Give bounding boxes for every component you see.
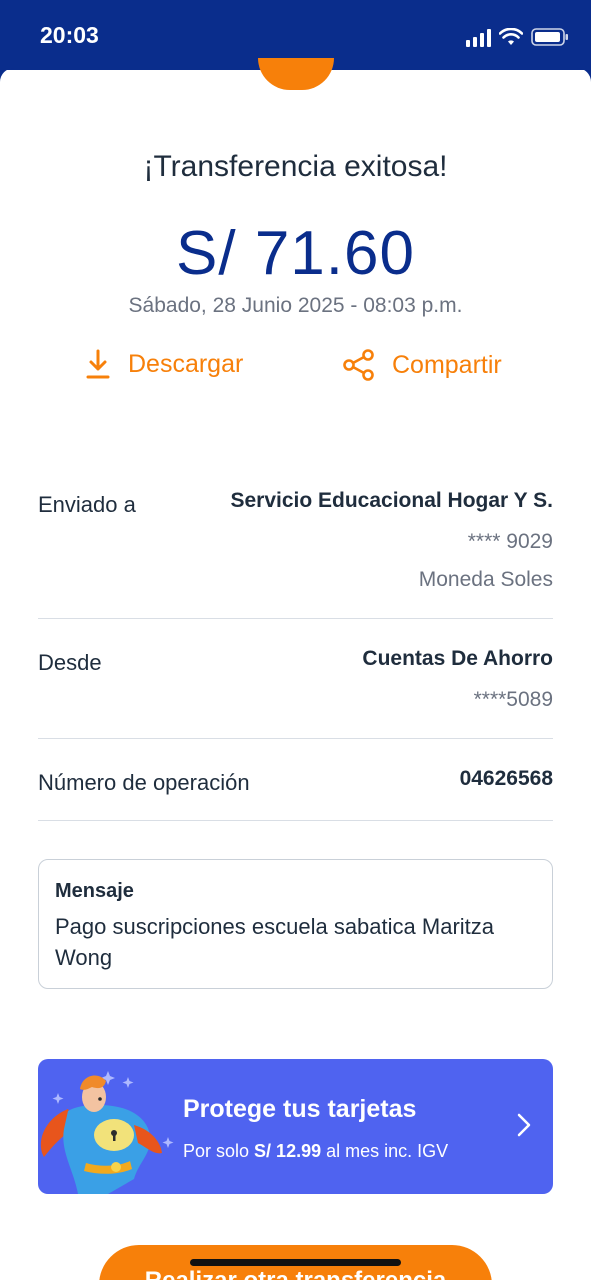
recipient-currency: Moneda Soles bbox=[418, 568, 553, 591]
promo-price: S/ 12.99 bbox=[254, 1141, 322, 1161]
operation-number: 04626568 bbox=[459, 767, 553, 790]
wifi-icon bbox=[499, 28, 523, 45]
promo-subtitle: Por solo S/ 12.99 al mes inc. IGV bbox=[183, 1141, 449, 1161]
message-text: Pago suscripciones escuela sabatica Mari… bbox=[55, 914, 495, 970]
download-label: Descargar bbox=[128, 349, 244, 378]
recipient-account: **** 9029 bbox=[467, 530, 553, 553]
superhero-illustration bbox=[40, 1071, 174, 1194]
share-label: Compartir bbox=[392, 350, 502, 379]
battery-icon bbox=[531, 28, 568, 46]
chevron-right-icon bbox=[517, 1113, 531, 1137]
transfer-datetime: Sábado, 28 Junio 2025 - 08:03 p.m. bbox=[128, 294, 463, 317]
divider bbox=[38, 618, 553, 619]
page-title: ¡Transferencia exitosa! bbox=[143, 150, 448, 183]
download-icon bbox=[86, 349, 110, 379]
operation-label: Número de operación bbox=[38, 770, 250, 795]
sheet-corner-right bbox=[577, 68, 591, 82]
home-indicator bbox=[190, 1259, 401, 1266]
sheet-corner-left bbox=[0, 68, 14, 82]
promo-title: Protege tus tarjetas bbox=[183, 1095, 417, 1123]
source-account-type: Cuentas De Ahorro bbox=[362, 647, 553, 670]
source-account-number: ****5089 bbox=[473, 688, 553, 711]
download-button[interactable]: Descargar bbox=[84, 348, 243, 380]
status-time: 20:03 bbox=[40, 22, 99, 48]
message-title: Mensaje bbox=[55, 880, 134, 902]
divider bbox=[38, 738, 553, 739]
signal-icon bbox=[466, 27, 491, 47]
sent-to-label: Enviado a bbox=[38, 492, 136, 517]
status-icons bbox=[466, 24, 569, 50]
share-icon bbox=[343, 349, 374, 381]
divider bbox=[38, 820, 553, 821]
transfer-amount: S/ 71.60 bbox=[176, 219, 415, 288]
from-label: Desde bbox=[38, 650, 102, 675]
recipient-name: Servicio Educacional Hogar Y S. bbox=[230, 489, 553, 512]
share-button[interactable]: Compartir bbox=[342, 348, 502, 382]
message-box: Mensaje Pago suscripciones escuela sabat… bbox=[38, 859, 553, 989]
promo-banner[interactable]: Protege tus tarjetas Por solo S/ 12.99 a… bbox=[38, 1059, 553, 1194]
